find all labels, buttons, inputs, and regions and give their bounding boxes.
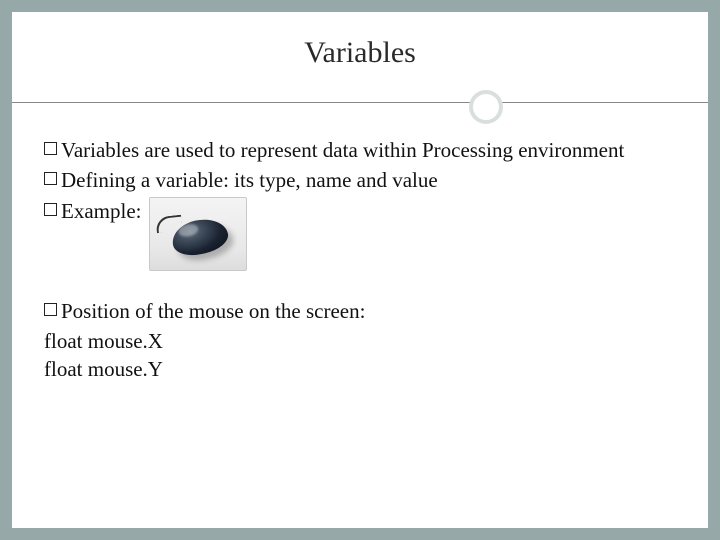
- bullet-item: Position of the mouse on the screen:: [44, 297, 676, 325]
- code-line: float mouse.X: [44, 327, 676, 355]
- slide-title: Variables: [44, 36, 676, 70]
- square-bullet-icon: [44, 172, 57, 185]
- bullet-item: Variables are used to represent data wit…: [44, 136, 676, 164]
- code-line: float mouse.Y: [44, 355, 676, 383]
- slide-body: Variables Variables are used to represen…: [12, 12, 708, 528]
- horizontal-rule: [12, 102, 708, 103]
- square-bullet-icon: [44, 203, 57, 216]
- circle-ornament-icon: [469, 90, 503, 124]
- content-area: Variables are used to represent data wit…: [44, 136, 676, 384]
- square-bullet-icon: [44, 142, 57, 155]
- spacer: [44, 273, 676, 297]
- bullet-text: Defining a variable: its type, name and …: [61, 166, 676, 194]
- square-bullet-icon: [44, 303, 57, 316]
- slide-frame: Variables Variables are used to represen…: [0, 0, 720, 540]
- bullet-text: Example:: [61, 197, 141, 225]
- bullet-text: Position of the mouse on the screen:: [61, 297, 676, 325]
- bullet-text: Variables are used to represent data wit…: [61, 136, 676, 164]
- title-divider: [44, 90, 676, 118]
- bullet-item: Defining a variable: its type, name and …: [44, 166, 676, 194]
- bullet-item: Example:: [44, 197, 676, 271]
- mouse-image: [149, 197, 247, 271]
